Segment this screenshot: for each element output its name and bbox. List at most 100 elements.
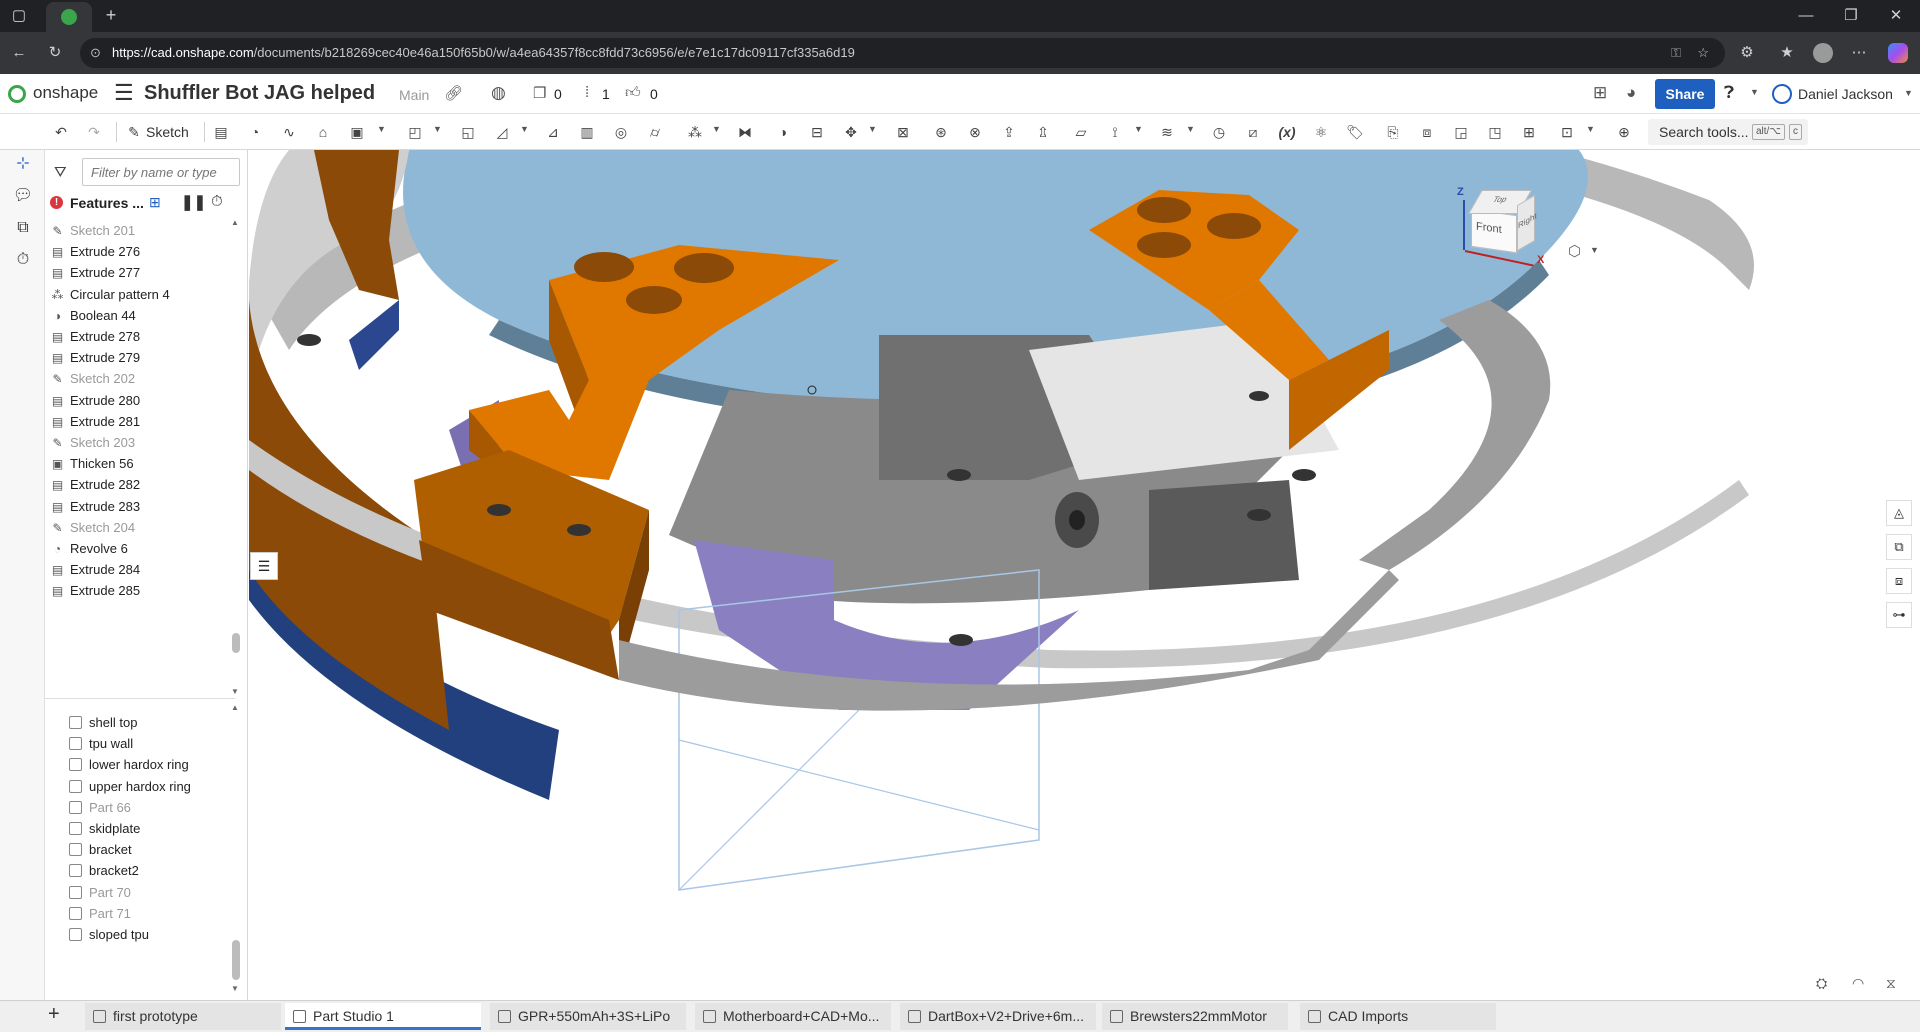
fillet-dropdown-icon[interactable]: ▼ [433,124,442,134]
transform-dropdown-icon[interactable]: ▼ [868,124,877,134]
revolve-tool-icon[interactable]: ◔ [243,120,267,144]
pattern-dropdown-icon[interactable]: ▼ [712,124,721,134]
search-tools-field[interactable]: Search tools... alt/⌥ c [1648,119,1808,145]
key-icon[interactable]: ⚿ [1671,38,1681,68]
url-field[interactable]: ⊙ https://cad.onshape.com/documents/b218… [80,38,1725,68]
redo-icon[interactable]: ↷ [82,120,106,144]
boolean-tool-icon[interactable]: ◑ [771,120,795,144]
part-item[interactable]: sloped tpu [45,922,235,948]
close-window-icon[interactable]: ✕ [1885,6,1907,26]
extensions-icon[interactable]: ⚙ [1736,43,1758,63]
custom-feature-icon[interactable]: ⊕ [1612,120,1636,144]
draft-tool-icon[interactable]: ◿ [490,120,514,144]
window-menu-icon[interactable]: ▢ [8,6,30,26]
appearance-panel-icon[interactable]: ◬ [1886,500,1912,526]
document-tab[interactable]: Brewsters22mmMotor [1102,1003,1288,1030]
section-tool-icon[interactable]: ⧄ [1241,120,1265,144]
learning-center-icon[interactable]: ◕ [1626,83,1636,103]
document-tab[interactable]: DartBox+V2+Drive+6m... [900,1003,1096,1030]
sweep-tool-icon[interactable]: ∿ [277,120,301,144]
thicken-dropdown-icon[interactable]: ▼ [377,124,386,134]
section-view-icon[interactable]: ⧖ [1886,975,1896,992]
view-cube-right[interactable]: Right [1517,194,1537,252]
cylinder-tool-icon[interactable]: ⌭ [643,120,667,144]
timer-icon[interactable]: ⏱︎ [211,193,223,210]
onshape-logo-icon[interactable] [8,85,26,103]
loft-tool-icon[interactable]: ⌂ [311,120,335,144]
insert-feature-icon[interactable]: ⊹ [11,152,35,176]
branches-icon[interactable]: ⁞ [585,84,589,101]
view-options-dropdown-icon[interactable]: ▼ [1590,245,1599,255]
brand-name[interactable]: onshape [33,83,98,103]
user-name[interactable]: Daniel Jackson [1798,86,1893,102]
thicken-tool-icon[interactable]: ▣ [345,120,369,144]
parts-scroll-down-icon[interactable]: ▼ [231,984,239,993]
document-title[interactable]: Shuffler Bot JAG helped [144,82,375,105]
scroll-up-icon[interactable]: ▲ [231,218,239,227]
helix-tool-icon[interactable]: ≋ [1155,120,1179,144]
feature-panel-toggle-icon[interactable]: ☰ [250,552,278,580]
frame-tool-icon[interactable]: ⊡ [1555,120,1579,144]
site-info-icon[interactable]: ⊙ [90,38,101,68]
view-cube[interactable]: Front Top Right Z X [1449,170,1559,280]
new-tab-icon[interactable]: + [100,5,122,25]
versions-icon[interactable]: ❐ [533,84,546,102]
render-mode-icon[interactable]: ⛭ [1816,975,1827,992]
composite-part-tool-icon[interactable]: ⚛ [1309,120,1333,144]
undo-icon[interactable]: ↶ [49,120,73,144]
chamfer-tool-icon[interactable]: ◱ [456,120,480,144]
fillet-tool-icon[interactable]: ◰ [403,120,427,144]
flange-tool-icon[interactable]: ⧈ [1415,120,1439,144]
split-tool-icon[interactable]: ⊟ [805,120,829,144]
feature-scrollbar[interactable] [232,633,240,653]
help-icon[interactable]: ❓︎ [1724,83,1734,103]
help-dropdown-icon[interactable]: ▼ [1750,87,1759,97]
bend-tool-icon[interactable]: ⊞ [1517,120,1541,144]
draft-dropdown-icon[interactable]: ▼ [520,124,529,134]
plane-tool-icon[interactable]: ▱ [1069,120,1093,144]
minimize-icon[interactable]: — [1795,6,1817,26]
rib-tool-icon[interactable]: ⊿ [541,120,565,144]
share-button[interactable]: Share [1655,79,1715,109]
more-menu-icon[interactable]: ⋯ [1848,43,1870,63]
user-dropdown-icon[interactable]: ▼ [1904,88,1913,98]
shell-tool-icon[interactable]: ▥ [575,120,599,144]
feature-filter-input[interactable] [82,158,240,186]
parts-icon[interactable]: ⧉ [11,216,35,240]
document-tab[interactable]: first prototype [85,1003,281,1030]
add-tab-icon[interactable]: + [48,1003,60,1026]
helix-dropdown-icon[interactable]: ▼ [1186,124,1195,134]
cam-panel-icon[interactable]: ⊶ [1886,602,1912,628]
move-face-tool-icon[interactable]: ⇪ [997,120,1021,144]
part-properties-icon[interactable]: ⧉ [1886,534,1912,560]
cad-model-render[interactable] [249,150,1920,1000]
replace-face-tool-icon[interactable]: ⇫ [1031,120,1055,144]
extrude-tool-icon[interactable]: ▤ [209,120,233,144]
graphics-viewport[interactable]: Front Top Right Z X ⬡ ▼ ☰ [249,150,1920,1000]
modify-fillet-tool-icon[interactable]: ⊛ [929,120,953,144]
favorites-icon[interactable]: ★ [1776,43,1798,63]
parts-scroll-up-icon[interactable]: ▲ [231,703,239,712]
delete-face-tool-icon[interactable]: ⊗ [963,120,987,144]
view-options-icon[interactable]: ⬡ [1568,242,1581,260]
document-tab[interactable]: GPR+550mAh+3S+LiPo [490,1003,686,1030]
favorite-star-icon[interactable]: ☆ [1697,38,1709,68]
display-mode-icon[interactable]: ◠ [1852,975,1864,992]
app-store-icon[interactable]: ⊞ [1593,83,1607,103]
document-tab[interactable]: Motherboard+CAD+Mo... [695,1003,891,1030]
variable-tool-icon[interactable]: (x) [1275,120,1299,144]
bom-panel-icon[interactable]: ⧈ [1886,568,1912,594]
sketch-tool-icon[interactable]: ✎ [122,120,146,144]
tag-tool-icon[interactable]: 🏷︎ [1343,120,1367,144]
sketch-button[interactable]: Sketch [146,124,189,140]
mirror-tool-icon[interactable]: ⧓ [733,120,757,144]
comments-icon[interactable]: 💬︎ [11,184,35,208]
document-tab[interactable]: Part Studio 1 [285,1003,481,1030]
restore-icon[interactable]: ❐ [1840,6,1862,26]
reload-icon[interactable]: ↻ [44,43,66,63]
delete-part-tool-icon[interactable]: ⊠ [891,120,915,144]
like-icon[interactable]: 👍︎ [625,84,641,102]
corner-tool-icon[interactable]: ◳ [1483,120,1507,144]
view-cube-front[interactable]: Front [1471,208,1517,254]
filter-icon[interactable]: ⛛ [54,164,67,181]
